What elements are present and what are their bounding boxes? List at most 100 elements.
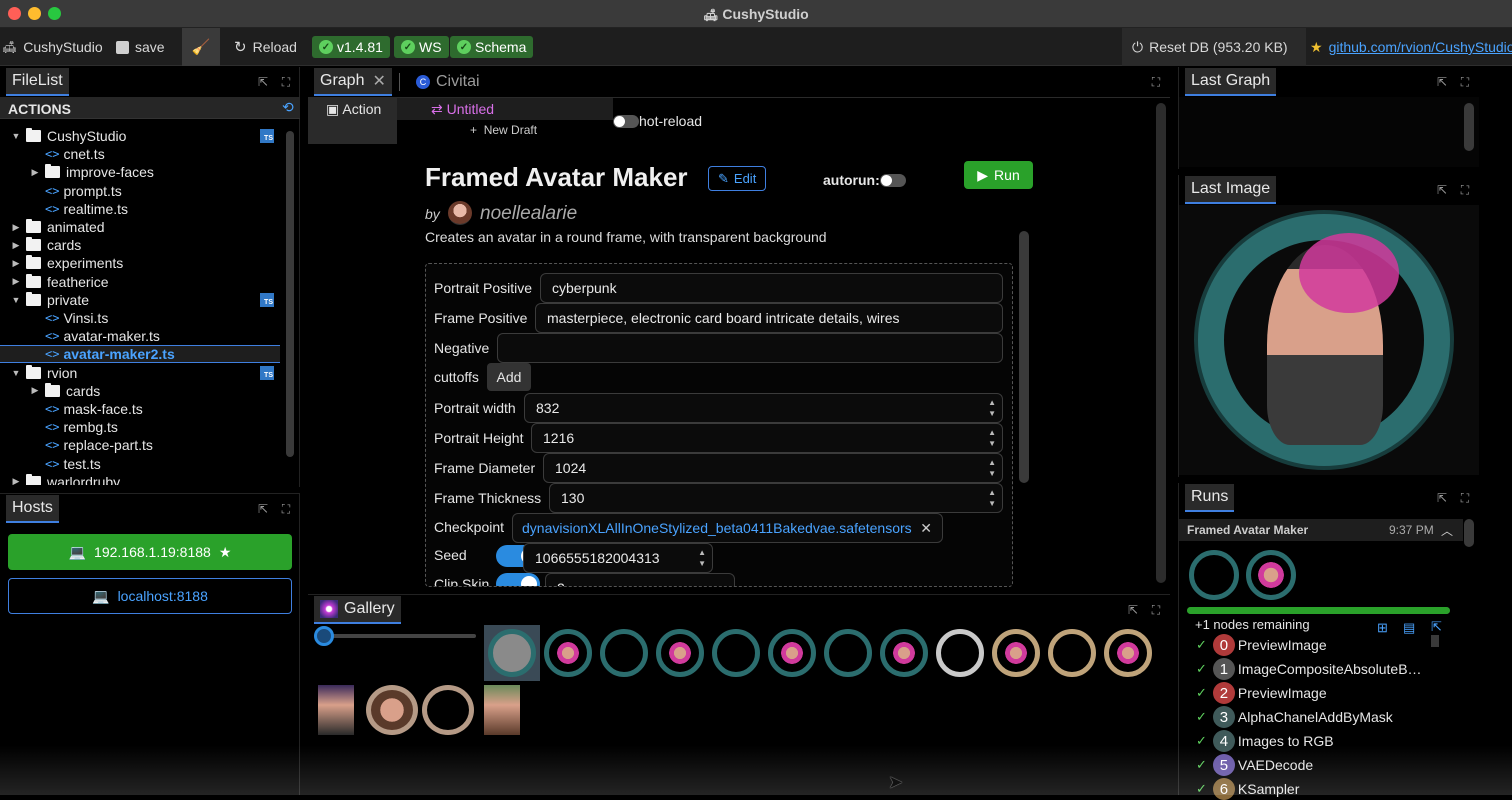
stepper-icon[interactable]: ▲ ▼ (698, 547, 706, 569)
tree-folder[interactable]: ▶ experiments (0, 254, 280, 272)
last-image-view[interactable] (1179, 205, 1479, 475)
maximize-icon[interactable]: ⛶ (280, 76, 292, 88)
ws-badge[interactable]: ✓ WS (394, 36, 449, 58)
tab-last-image[interactable]: Last Image (1185, 176, 1277, 204)
run-node-row[interactable]: ✓ 0 PreviewImage (1196, 634, 1327, 656)
tree-file[interactable]: <> rembg.ts (0, 418, 280, 436)
chevron-right-icon[interactable]: ▶ (10, 258, 22, 269)
run-node-row[interactable]: ✓ 3 AlphaChanelAddByMask (1196, 706, 1393, 728)
gallery-thumb[interactable] (484, 685, 520, 735)
tree-folder[interactable]: ▶ animated (0, 218, 280, 236)
tab-last-graph[interactable]: Last Graph (1185, 68, 1277, 96)
checkpoint-select[interactable]: dynavisionXLAllInOneStylized_beta0411Bak… (512, 513, 943, 543)
seed-input[interactable]: 1066555182004313 ▲ ▼ (523, 543, 713, 573)
popout-icon[interactable]: ⇱ (257, 76, 269, 88)
tree-file[interactable]: <> mask-face.ts (0, 400, 280, 418)
tree-folder[interactable]: ▶ cards (0, 382, 280, 400)
runs-scrollbar[interactable] (1464, 519, 1474, 547)
gallery-thumb[interactable] (932, 625, 988, 681)
tab-hosts[interactable]: Hosts (6, 495, 59, 523)
negative-input[interactable] (497, 333, 1003, 363)
portrait-positive-input[interactable]: cyberpunk (540, 273, 1003, 303)
clip-skip-toggle[interactable] (496, 573, 540, 586)
tree-folder[interactable]: ▶ improve-faces (0, 163, 280, 181)
schema-badge[interactable]: ✓ Schema (450, 36, 534, 58)
broom-button[interactable]: 🧹 (182, 28, 220, 66)
gallery-thumb[interactable] (484, 625, 540, 681)
chevron-down-icon[interactable]: ▼ (10, 368, 22, 378)
gallery-thumb[interactable] (988, 625, 1044, 681)
tab-runs[interactable]: Runs (1185, 484, 1235, 512)
draft-tab[interactable]: ⇄ Untitled (397, 98, 613, 120)
gallery-thumb[interactable] (318, 685, 354, 735)
save-button[interactable]: save (116, 28, 165, 66)
gallery-thumb[interactable] (1100, 625, 1156, 681)
tree-file[interactable]: <> test.ts (0, 455, 280, 473)
open-external-icon[interactable]: ⇱ (1431, 619, 1442, 635)
cutoffs-add-button[interactable]: Add (487, 363, 531, 391)
gallery-thumb[interactable] (422, 685, 474, 735)
tree-file[interactable]: <> Vinsi.ts (0, 309, 280, 327)
popout-icon[interactable]: ⇱ (1436, 76, 1448, 88)
tree-file[interactable]: <> cnet.ts (0, 145, 280, 163)
popout-icon[interactable]: ⇱ (1436, 184, 1448, 196)
stepper-icon[interactable]: ▲ ▼ (988, 397, 996, 419)
gallery-thumb[interactable] (708, 625, 764, 681)
edit-button[interactable]: ✎ Edit (708, 166, 767, 191)
chevron-right-icon[interactable]: ▶ (10, 476, 22, 485)
gallery-thumb[interactable] (820, 625, 876, 681)
chevron-right-icon[interactable]: ▶ (29, 167, 41, 178)
stepper-icon[interactable]: ▲ ▼ (988, 487, 996, 509)
autorun-toggle[interactable] (880, 174, 906, 187)
tree-file[interactable]: <> avatar-maker.ts (0, 327, 280, 345)
filelist-scrollbar[interactable] (286, 131, 294, 457)
new-draft-button[interactable]: + New Draft (470, 123, 537, 137)
graph-icon[interactable]: ⊞ (1377, 620, 1388, 636)
run-output-thumb[interactable] (1246, 550, 1296, 600)
chevron-down-icon[interactable]: ▼ (10, 131, 22, 141)
github-link[interactable]: ★ github.com/rvion/CushyStudio (1310, 28, 1512, 66)
reload-button[interactable]: ↻ Reload (234, 28, 297, 66)
popout-icon[interactable]: ⇱ (1436, 492, 1448, 504)
tree-folder[interactable]: ▶ cards (0, 236, 280, 254)
gallery-thumb[interactable] (764, 625, 820, 681)
maximize-icon[interactable]: ⛶ (1459, 76, 1471, 88)
slider-handle[interactable] (314, 626, 334, 646)
gallery-thumb[interactable] (652, 625, 708, 681)
host-primary-button[interactable]: 💻 192.168.1.19:8188 ★ (8, 534, 292, 570)
tree-folder[interactable]: ▶ featherice (0, 273, 280, 291)
gallery-thumb[interactable] (1044, 625, 1100, 681)
author-avatar[interactable] (448, 201, 472, 225)
portrait-width-input[interactable]: 832 ▲ ▼ (524, 393, 1003, 423)
app-menu-button[interactable]: 🛋 CushyStudio (2, 28, 103, 66)
tree-file[interactable]: <> replace-part.ts (0, 436, 280, 454)
run-button[interactable]: ▶ Run (964, 161, 1033, 189)
chevron-right-icon[interactable]: ▶ (10, 276, 22, 287)
run-node-row[interactable]: ✓ 1 ImageCompositeAbsoluteB… (1196, 658, 1422, 680)
host-secondary-button[interactable]: 💻 localhost:8188 (8, 578, 292, 614)
tab-filelist[interactable]: FileList (6, 68, 69, 96)
tree-folder[interactable]: ▶ warlordruby (0, 473, 280, 485)
clip-skip-input[interactable]: 2 (545, 573, 735, 586)
chevron-right-icon[interactable]: ▶ (10, 240, 22, 251)
popout-icon[interactable]: ⇱ (1127, 604, 1139, 616)
frame-diameter-input[interactable]: 1024 ▲ ▼ (543, 453, 1003, 483)
hot-reload-toggle[interactable] (613, 115, 639, 128)
chevron-up-icon[interactable]: ︿ (1441, 522, 1453, 539)
refresh-icon[interactable]: ⟲ (282, 99, 294, 116)
stepper-icon[interactable]: ▲ ▼ (988, 427, 996, 449)
tree-folder[interactable]: ▼ CushyStudio TS (0, 127, 280, 145)
gallery-thumb[interactable] (540, 625, 596, 681)
frame-positive-input[interactable]: masterpiece, electronic card board intri… (535, 303, 1003, 333)
close-tab-icon[interactable]: ✕ (372, 71, 385, 91)
chevron-down-icon[interactable]: ▼ (10, 295, 22, 305)
chevron-right-icon[interactable]: ▶ (29, 385, 41, 396)
author-name[interactable]: noellealarie (480, 203, 577, 225)
maximize-icon[interactable]: ⛶ (1459, 492, 1471, 504)
tab-graph[interactable]: Graph ✕ (314, 68, 392, 96)
run-header[interactable]: Framed Avatar Maker 9:37 PM ︿ (1179, 519, 1463, 541)
frame-thickness-input[interactable]: 130 ▲ ▼ (549, 483, 1003, 513)
maximize-icon[interactable]: ⛶ (280, 503, 292, 515)
tab-gallery[interactable]: Gallery (314, 596, 401, 624)
tree-file[interactable]: <> realtime.ts (0, 200, 280, 218)
